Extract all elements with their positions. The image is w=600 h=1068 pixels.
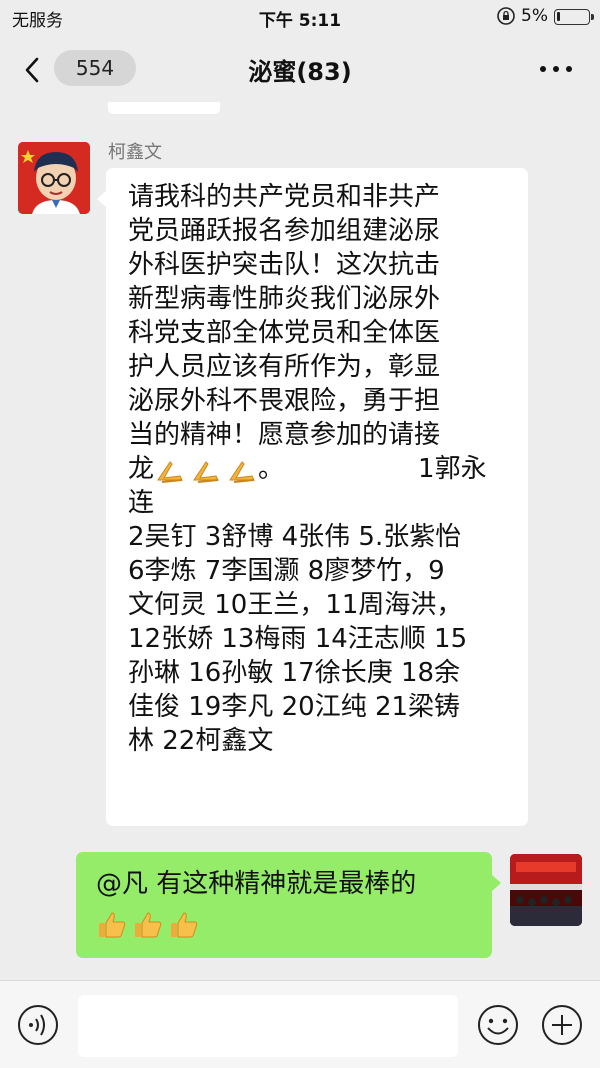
thumbs-up-icon [135,911,162,937]
battery-icon [554,9,594,25]
message-line: 当的精神！愿意参加的请接 [128,420,441,450]
message-line: 请我科的共产党员和非共产 [128,182,441,212]
folded-hands-emoji-group [154,454,258,486]
cartoon-doctor-avatar-icon [18,142,90,214]
message-line: 12张娇 13梅雨 14汪志顺 15 [128,624,468,654]
message-fragment: 龙 [128,454,155,484]
thumbs-up-emoji-group [96,909,200,941]
thumbs-up-icon [99,911,126,937]
message-line: 佳俊 19李凡 20江纯 21梁铸 [128,692,461,722]
folded-hands-icon [157,460,183,483]
message-line: 泌尿外科不畏艰险，勇于担 [128,386,441,416]
chat-area[interactable]: 柯鑫文 请我科的共产党员和非共产 党员踊跃报名参加组建泌尿 外科医护突击队！这次… [0,102,600,980]
message-line: 6李炼 7李国灏 8廖梦竹，9 [128,556,445,586]
thumbs-up-icon [171,911,198,937]
message-line: 连 [128,488,155,518]
folded-hands-icon [229,460,255,483]
group-photo-icon [510,854,582,926]
orientation-lock-icon [497,7,515,25]
my-avatar[interactable] [510,854,582,926]
plus-icon[interactable] [540,1003,584,1047]
voice-icon[interactable] [16,1003,60,1047]
avatar[interactable] [18,142,90,214]
message-line: 党员踊跃报名参加组建泌尿 [128,216,441,246]
message-line: 林 22柯鑫文 [128,726,274,756]
folded-hands-icon [193,460,219,483]
chat-title: 泌蜜(83) [248,58,352,86]
message-line: 科党支部全体党员和全体医 [128,318,441,348]
message-line: 孙琳 16孙敏 17徐长庚 18余 [128,658,461,688]
more-button[interactable] [534,54,578,84]
message-fragment: 。 [258,454,285,484]
message-line: 文何灵 10王兰，11周海洪， [128,590,463,620]
message-input[interactable] [78,995,458,1057]
status-bar: 无服务 下午 5:11 5% [0,0,600,34]
message-line: 外科医护突击队！这次抗击 [128,250,441,280]
message-text: @凡 有这种精神就是最棒的 [96,869,417,899]
sender-name: 柯鑫文 [108,142,162,163]
message-line: 2吴钉 3舒博 4张伟 5.张紫怡 [128,522,462,552]
message-line-with-emoji: 龙 。 1郭永 [128,452,510,486]
input-bar [0,980,600,1068]
message-bubble-outgoing[interactable]: @凡 有这种精神就是最棒的 [76,852,501,958]
message-bubble-incoming[interactable]: 请我科的共产党员和非共产 党员踊跃报名参加组建泌尿 外科医护突击队！这次抗击 新… [97,168,528,826]
previous-message-bubble[interactable] [108,102,220,114]
nav-bar: 554 泌蜜(83) [0,34,600,102]
battery-percent: 5% [521,6,548,26]
message-fragment: 1郭永 [418,454,487,484]
message-line: 新型病毒性肺炎我们泌尿外 [128,284,441,314]
emoji-icon[interactable] [476,1003,520,1047]
message-line: 护人员应该有所作为，彰显 [128,352,441,382]
more-icon [540,66,546,72]
